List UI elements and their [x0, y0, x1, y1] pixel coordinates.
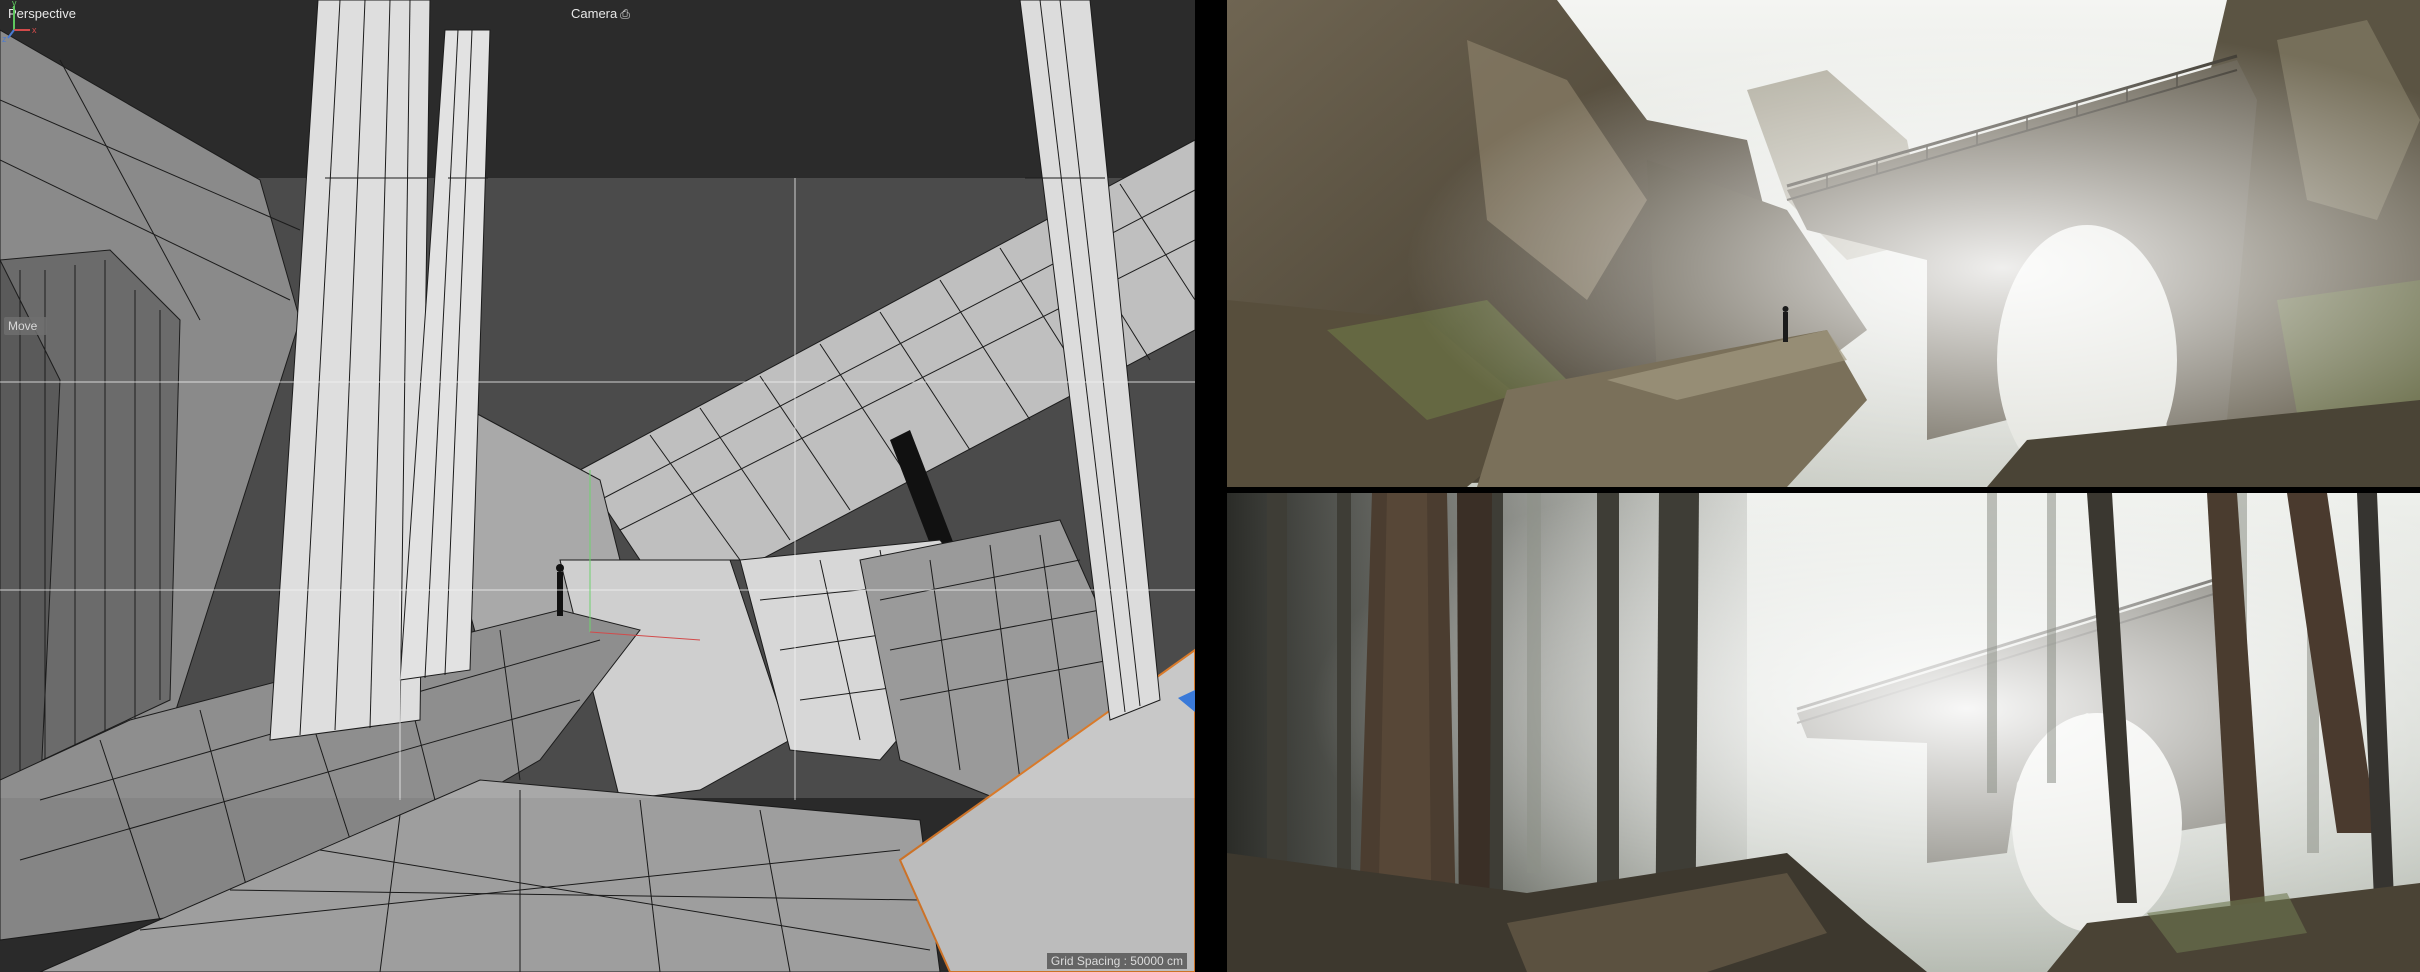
viewport-bottom-band	[0, 798, 1195, 972]
gizmo-z-label: z	[2, 34, 7, 44]
camera-selector[interactable]: Camera ⎙	[571, 6, 630, 22]
3d-viewport[interactable]: Perspective Camera ⎙ Move Grid Spacing : …	[0, 0, 1195, 972]
grid-spacing-readout: Grid Spacing : 50000 cm	[1046, 953, 1187, 969]
scale-figure-head	[556, 564, 564, 572]
viewport-geometry[interactable]	[0, 0, 1195, 972]
move-tool-tag[interactable]: Move	[4, 317, 48, 335]
camera-icon: ⎙	[620, 7, 630, 21]
canyon-render-image	[1227, 0, 2420, 487]
scale-figure	[557, 572, 563, 616]
forest-bridge-render	[1227, 493, 2420, 972]
camera-label: Camera	[571, 6, 618, 21]
canyon-bridge-render	[1227, 0, 2420, 487]
axis-gizmo-icon: y z x	[2, 0, 37, 44]
gizmo-y-label: y	[12, 0, 17, 8]
forest-render-image	[1227, 493, 2420, 972]
gizmo-x-label: x	[32, 25, 37, 35]
